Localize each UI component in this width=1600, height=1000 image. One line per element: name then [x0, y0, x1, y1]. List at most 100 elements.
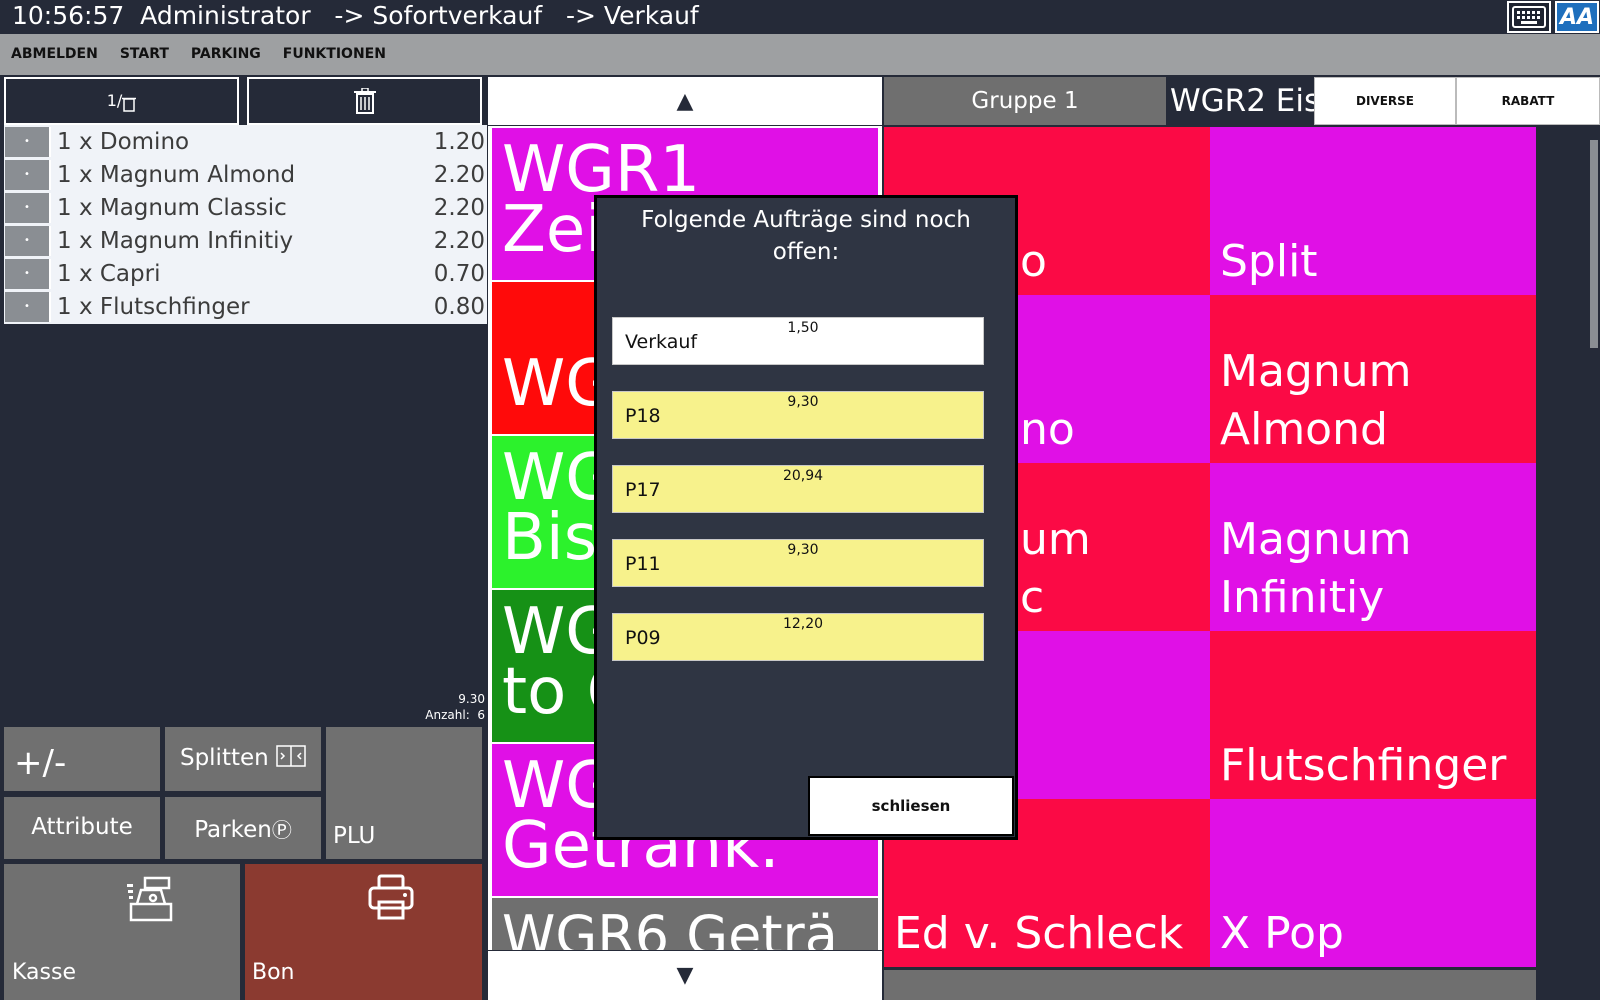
open-order-row[interactable]: 9,30 P18: [612, 391, 984, 439]
product-tile[interactable]: Magnum Infinitiy: [1210, 463, 1536, 631]
order-list: • 1 x Domino 1.20 • 1 x Magnum Almond 2.20 •…: [4, 125, 487, 324]
order-item-name: 1 x Domino: [57, 128, 190, 155]
open-order-amount: 20,94: [782, 468, 824, 484]
split-delete-button[interactable]: 1/: [4, 77, 239, 125]
splitten-button[interactable]: Splitten: [165, 727, 321, 791]
trash-icon: [353, 88, 376, 114]
cash-register-icon: [127, 876, 173, 922]
group-scroll-up-button[interactable]: ▲: [488, 77, 882, 125]
keyboard-icon: [1512, 6, 1546, 28]
order-row[interactable]: • 1 x Domino 1.20: [4, 125, 487, 158]
open-order-row[interactable]: 20,94 P17: [612, 465, 984, 513]
font-size-button[interactable]: AA: [1555, 1, 1599, 33]
plu-label: PLU: [333, 823, 376, 849]
open-order-amount: 9,30: [787, 542, 819, 558]
split-columns-icon: [276, 745, 306, 767]
window-title: 10:56:57 Administrator -> Sofortverkauf …: [12, 1, 699, 30]
product-line2: Split: [1220, 236, 1318, 287]
open-order-name: P17: [625, 479, 661, 501]
kasse-button[interactable]: Kasse: [4, 864, 240, 1000]
attribute-button[interactable]: Attribute: [4, 797, 160, 859]
tab-gruppe-label: Gruppe 1: [971, 88, 1079, 114]
product-line2: Infinitiy: [1220, 572, 1385, 623]
order-row-handle[interactable]: •: [5, 192, 51, 223]
order-item-name: 1 x Magnum Almond: [57, 161, 296, 188]
parking-icon: Ⓟ: [271, 818, 292, 842]
order-row[interactable]: • 1 x Magnum Infinitiy 2.20: [4, 224, 487, 257]
plus-minus-button[interactable]: +/-: [4, 727, 160, 791]
tab-wgr2-eis[interactable]: WGR2 Eis: [1166, 77, 1314, 125]
open-order-row[interactable]: 9,30 P11: [612, 539, 984, 587]
order-item-price: 2.20: [433, 161, 485, 188]
order-item-name: 1 x Capri: [57, 260, 161, 287]
product-line1: Magnum: [1220, 346, 1412, 397]
order-row[interactable]: • 1 x Flutschfinger 0.80: [4, 290, 487, 323]
open-order-name: P18: [625, 405, 661, 427]
product-line2: X Pop: [1220, 908, 1344, 959]
kasse-label: Kasse: [12, 960, 76, 985]
product-tile[interactable]: Magnum Almond: [1210, 295, 1536, 463]
group-scroll-down-button[interactable]: ▼: [488, 951, 882, 1000]
order-row[interactable]: • 1 x Magnum Classic 2.20: [4, 191, 487, 224]
product-tile-partial[interactable]: [884, 970, 1536, 1000]
menu-bar: ABMELDEN START PARKING FUNKTIONEN: [0, 34, 1600, 75]
title-bar: 10:56:57 Administrator -> Sofortverkauf …: [0, 0, 1600, 34]
open-orders-dialog: Folgende Aufträge sind noch offen: 1,50 V…: [594, 195, 1018, 840]
menu-start[interactable]: START: [120, 34, 169, 75]
group-tile-line1: WGR6 Geträ: [502, 904, 838, 951]
rabatt-button[interactable]: RABATT: [1456, 77, 1600, 125]
menu-funktionen[interactable]: FUNKTIONEN: [283, 34, 386, 75]
product-line2: Flutschfinger: [1220, 740, 1507, 791]
bon-label: Bon: [252, 960, 295, 985]
order-row[interactable]: • 1 x Magnum Almond 2.20: [4, 158, 487, 191]
dialog-title: Folgende Aufträge sind noch offen:: [641, 207, 971, 265]
order-item-price: 1.20: [433, 128, 485, 155]
open-order-name: P09: [625, 627, 661, 649]
tab-gruppe-1[interactable]: Gruppe 1: [884, 77, 1166, 125]
order-row-handle[interactable]: •: [5, 258, 51, 289]
product-line2: Almond: [1220, 404, 1388, 455]
order-item-price: 0.80: [433, 293, 485, 320]
product-line2: Ed v. Schleck: [894, 908, 1184, 959]
order-row-handle[interactable]: •: [5, 126, 51, 157]
order-item-name: 1 x Magnum Infinitiy: [57, 227, 294, 254]
printer-icon: [368, 874, 414, 920]
order-row[interactable]: • 1 x Capri 0.70: [4, 257, 487, 290]
order-row-handle[interactable]: •: [5, 291, 51, 322]
open-order-row[interactable]: 12,20 P09: [612, 613, 984, 661]
product-line1: Magnum: [1220, 514, 1412, 565]
plus-minus-label: +/-: [14, 743, 67, 783]
keyboard-button[interactable]: [1507, 1, 1551, 33]
order-item-price: 0.70: [433, 260, 485, 287]
split-delete-icon: 1/: [107, 91, 137, 112]
menu-abmelden[interactable]: ABMELDEN: [11, 34, 98, 75]
product-tile[interactable]: Split: [1210, 127, 1536, 295]
product-tile[interactable]: X Pop: [1210, 799, 1536, 967]
arrow-down-icon: ▼: [676, 963, 694, 988]
open-order-name: Verkauf: [625, 331, 698, 353]
arrow-up-icon: ▲: [676, 88, 694, 114]
diverse-label: DIVERSE: [1356, 94, 1414, 108]
order-row-handle[interactable]: •: [5, 225, 51, 256]
font-size-icon: AA: [1559, 4, 1595, 30]
tab-wgr2-label: WGR2 Eis: [1170, 83, 1314, 119]
group-tile[interactable]: WGR6 Geträ: [492, 898, 878, 950]
product-tile[interactable]: Flutschfinger: [1210, 631, 1536, 799]
order-row-handle[interactable]: •: [5, 159, 51, 190]
close-dialog-button[interactable]: schliesen: [808, 776, 1014, 836]
open-order-amount: 9,30: [787, 394, 819, 410]
bon-button[interactable]: Bon: [245, 864, 482, 1000]
parken-button[interactable]: ParkenⓅ: [165, 797, 321, 859]
attribute-label: Attribute: [31, 814, 133, 840]
order-count: Anzahl: 6: [425, 708, 485, 722]
plu-button[interactable]: PLU: [326, 727, 482, 859]
open-order-name: P11: [625, 553, 661, 575]
parken-label: Parken: [194, 817, 272, 843]
delete-button[interactable]: [247, 77, 482, 125]
product-scrollbar[interactable]: [1590, 140, 1598, 348]
open-order-row[interactable]: 1,50 Verkauf: [612, 317, 984, 365]
order-item-price: 2.20: [433, 227, 485, 254]
diverse-button[interactable]: DIVERSE: [1314, 77, 1456, 125]
menu-parking[interactable]: PARKING: [191, 34, 261, 75]
group-tile-line1: WGR1: [502, 133, 701, 207]
